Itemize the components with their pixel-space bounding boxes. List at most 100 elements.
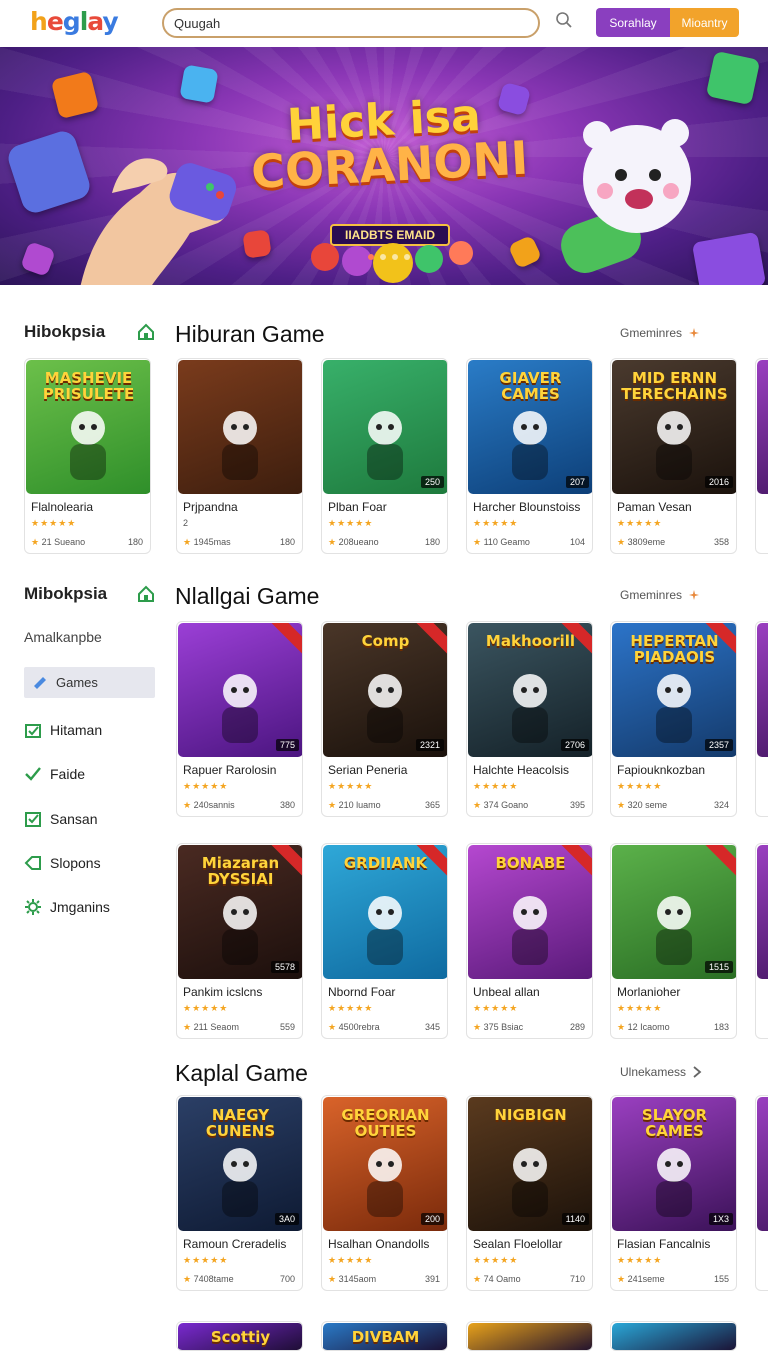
game-card-peek[interactable] [755,621,768,817]
game-title: Morlanioher [617,985,681,999]
game-card-peek[interactable] [755,358,768,554]
hand-controller-icon [80,158,237,285]
game-count: 358 [713,537,729,547]
game-thumbnail[interactable]: BONABE [468,845,592,979]
game-thumbnail[interactable]: HEPERTAN PIADAOIS 2357 [612,623,736,757]
game-title: Plban Foar [328,500,387,514]
bear-mascot-icon [561,119,691,273]
game-count: 180 [279,537,295,547]
signup-button[interactable]: Sorahlay [596,8,670,37]
game-card-peek[interactable] [755,843,768,1039]
thumbnail-title: NAEGY CUNENS [205,1106,276,1140]
game-card[interactable]: DIVBAM [321,1321,448,1351]
game-thumbnail[interactable]: DIVBAM [323,1323,447,1350]
game-meta: ★ 211 Seaom [183,1022,239,1032]
carousel-dot[interactable] [404,254,410,260]
game-card[interactable]: MASHEVIE PRISULETE Flalnolearia ★★★★★ ★ 21 … [24,358,151,554]
see-more-link[interactable]: Ulnekamess [620,1065,702,1079]
thumbnail-title: Comp [361,632,410,650]
sidebar-item-sansan[interactable]: Sansan [24,810,97,828]
game-card[interactable]: GRDIIANK Nbornd Foar ★★★★★ ★ 4500rebra 345 [321,843,448,1039]
game-thumbnail[interactable] [468,1323,592,1350]
rating-badge: 200 [420,1213,444,1225]
game-card-peek[interactable] [755,1095,768,1291]
game-thumbnail[interactable]: 250 [323,360,447,494]
game-card[interactable]: NAEGY CUNENS 3A0 Ramoun Creradelis ★★★★★ ★ 7… [176,1095,303,1291]
game-title: Prjpandna [183,500,238,514]
game-card[interactable]: 1515 Morlanioher ★★★★★ ★ 12 Icaomo 183 [610,843,737,1039]
game-thumbnail[interactable]: SLAYOR CAMES 1X3 [612,1097,736,1231]
game-count: 180 [127,537,143,547]
game-thumbnail[interactable] [757,360,768,494]
game-card[interactable]: Scottiy [176,1321,303,1351]
login-button[interactable]: Mioantry [670,8,739,37]
sidebar-item-faide[interactable]: Faide [24,765,85,783]
game-card[interactable] [610,1321,737,1351]
hero-banner[interactable]: Hick isa CORANONI IIADBTS EMAID [0,47,768,285]
hero-carousel-dots[interactable] [368,254,410,260]
game-meta: ★ 208ueano [328,537,379,547]
sidebar-item-slopons[interactable]: Slopons [24,854,101,872]
search-icon[interactable] [555,11,577,33]
game-thumbnail[interactable]: GREORIAN OUTIES 200 [323,1097,447,1231]
home-icon[interactable] [136,584,156,604]
game-card[interactable]: HEPERTAN PIADAOIS 2357 Fapiouknkozban ★★★★★… [610,621,737,817]
game-card[interactable]: GIAVER CAMES 207 Harcher Blounstoiss ★★★★★ ★… [466,358,593,554]
corner-ribbon [270,623,302,657]
character-icon [210,1143,270,1221]
game-thumbnail[interactable] [757,623,768,757]
game-thumbnail[interactable]: Scottiy [178,1323,302,1350]
game-card[interactable]: BONABE Unbeal allan ★★★★★ ★ 375 Bsiac 289 [466,843,593,1039]
character-icon [58,406,118,484]
game-count: 391 [424,1274,440,1284]
game-card[interactable]: Prjpandna 2 ★ 1945mas 180 [176,358,303,554]
game-thumbnail[interactable] [178,360,302,494]
game-thumbnail[interactable] [612,1323,736,1350]
chevron-right-icon [693,1066,702,1078]
game-card[interactable] [466,1321,593,1351]
game-thumbnail[interactable]: 1515 [612,845,736,979]
game-thumbnail[interactable]: Comp 2321 [323,623,447,757]
game-thumbnail[interactable]: Miazaran DYSSIAI 5578 [178,845,302,979]
site-logo[interactable]: heglay [30,7,119,36]
sparkle-icon [689,590,700,600]
game-card[interactable]: Makhoorill 2706 Halchte Heacolsis ★★★★★ ★ 37… [466,621,593,817]
game-thumbnail[interactable]: GIAVER CAMES 207 [468,360,592,494]
game-card[interactable]: Comp 2321 Serian Peneria ★★★★★ ★ 210 luamo 36… [321,621,448,817]
game-card[interactable]: Miazaran DYSSIAI 5578 Pankim icslcns ★★★★★ ★… [176,843,303,1039]
home-icon[interactable] [136,322,156,342]
star-rating: ★★★★★ [328,781,374,791]
rating-badge: 2706 [560,739,589,751]
carousel-dot[interactable] [380,254,386,260]
game-thumbnail[interactable]: GRDIIANK [323,845,447,979]
see-more-link[interactable]: Gmeminres [620,326,700,340]
carousel-dot[interactable] [392,254,398,260]
game-thumbnail[interactable]: MID ERNN TERECHAINS 2016 [612,360,736,494]
sidebar-item-label: Hitaman [50,722,103,738]
sidebar-item-games[interactable]: Games [24,667,155,698]
game-thumbnail[interactable] [757,1097,768,1231]
game-card[interactable]: 775 Rapuer Rarolosin ★★★★★ ★ 240sannis 380 [176,621,303,817]
carousel-dot[interactable] [368,254,374,260]
game-card[interactable]: 250 Plban Foar ★★★★★ ★ 208ueano 180 [321,358,448,554]
game-card[interactable]: SLAYOR CAMES 1X3 Flasian Fancalnis ★★★★★ ★ 2… [610,1095,737,1291]
game-meta: ★ 12 Icaomo [617,1022,670,1032]
game-thumbnail[interactable]: NIGBIGN 1140 [468,1097,592,1231]
game-thumbnail[interactable]: MASHEVIE PRISULETE [26,360,150,494]
rating-badge: 1140 [561,1213,589,1225]
game-card[interactable]: GREORIAN OUTIES 200 Hsalhan Onandolls ★★★★★… [321,1095,448,1291]
game-card[interactable]: NIGBIGN 1140 Sealan Floelollar ★★★★★ ★ 74 Oa… [466,1095,593,1291]
game-thumbnail[interactable]: Makhoorill 2706 [468,623,592,757]
sidebar-item-hitaman[interactable]: Hitaman [24,721,102,739]
game-card[interactable]: MID ERNN TERECHAINS 2016 Paman Vesan ★★★★★ ★… [610,358,737,554]
sidebar-section-title: Hibokpsia [24,322,106,341]
game-title: Flalnolearia [31,500,94,514]
game-thumbnail[interactable] [757,845,768,979]
game-title: Flasian Fancalnis [617,1237,711,1251]
game-thumbnail[interactable]: NAEGY CUNENS 3A0 [178,1097,302,1231]
game-thumbnail[interactable]: 775 [178,623,302,757]
search-input[interactable] [162,8,540,38]
star-rating: ★★★★★ [183,781,229,791]
see-more-link[interactable]: Gmeminres [620,588,700,602]
sidebar-item-jmganins[interactable]: Jmganins [24,898,110,916]
